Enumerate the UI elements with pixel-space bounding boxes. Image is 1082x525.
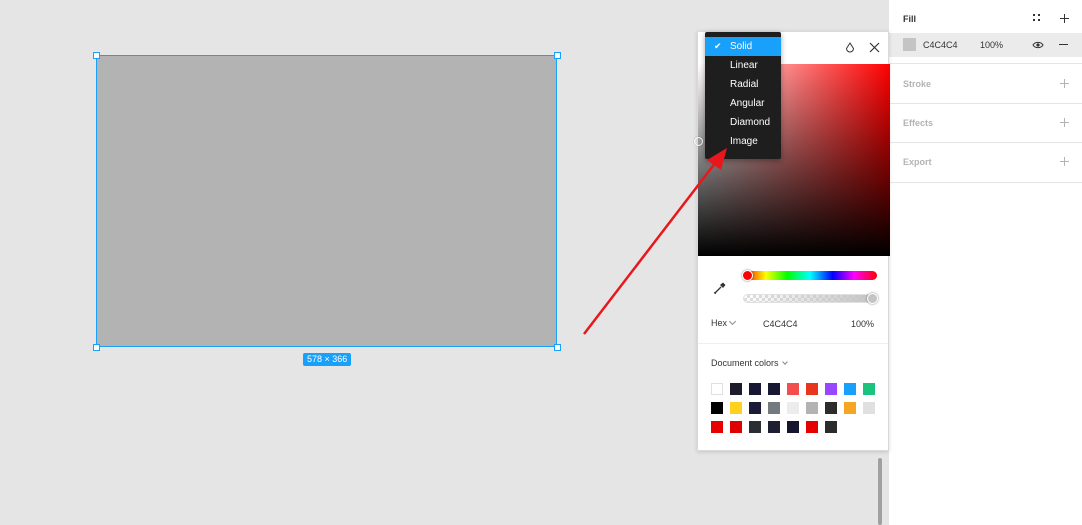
close-icon[interactable] [868, 41, 881, 54]
opacity-slider[interactable] [743, 293, 878, 304]
opacity-slider-thumb[interactable] [867, 293, 878, 304]
color-swatch[interactable] [787, 421, 799, 433]
fill-type-option-label: Angular [730, 98, 765, 109]
resize-handle-bottom-left[interactable] [93, 344, 100, 351]
eye-icon[interactable] [1032, 40, 1044, 50]
dimension-badge: 578 × 366 [303, 353, 352, 366]
hue-slider-thumb[interactable] [742, 270, 753, 281]
fill-type-option-solid[interactable]: ✔ Solid [705, 37, 781, 56]
color-swatch[interactable] [768, 421, 780, 433]
color-swatch[interactable] [844, 383, 856, 395]
color-swatch[interactable] [787, 383, 799, 395]
fill-row[interactable]: C4C4C4 100% [889, 33, 1082, 57]
fill-opacity-value[interactable]: 100% [980, 40, 1003, 50]
chevron-down-icon [728, 317, 737, 326]
fill-type-option-label: Linear [730, 60, 758, 71]
color-mode-select[interactable]: Hex [711, 317, 737, 328]
color-swatch[interactable] [730, 383, 742, 395]
color-swatch[interactable] [825, 383, 837, 395]
saturation-thumb[interactable] [694, 137, 703, 146]
add-stroke-plus-icon[interactable] [1060, 79, 1069, 88]
color-swatch[interactable] [711, 421, 723, 433]
color-swatch[interactable] [730, 421, 742, 433]
color-swatch[interactable] [844, 402, 856, 414]
chevron-down-icon [781, 359, 788, 365]
document-colors-label: Document colors [711, 358, 779, 368]
color-swatch[interactable] [749, 421, 761, 433]
fill-type-option-radial[interactable]: Radial [705, 75, 781, 94]
color-swatch[interactable] [863, 383, 875, 395]
document-colors-select[interactable]: Document colors [711, 358, 788, 368]
color-mode-label: Hex [711, 318, 728, 328]
stroke-section: Stroke [889, 63, 1082, 104]
add-effect-plus-icon[interactable] [1060, 118, 1069, 127]
color-swatch[interactable] [863, 402, 875, 414]
style-grid-icon[interactable] [1033, 14, 1042, 23]
resize-handle-top-left[interactable] [93, 52, 100, 59]
color-swatch[interactable] [749, 402, 761, 414]
color-swatch[interactable] [787, 402, 799, 414]
fill-type-option-diamond[interactable]: Diamond [705, 113, 781, 132]
add-export-plus-icon[interactable] [1060, 157, 1069, 166]
fill-section-title: Fill [903, 14, 916, 24]
checkmark-icon: ✔ [714, 41, 722, 51]
fill-type-option-image[interactable]: Image [705, 132, 781, 151]
color-swatch[interactable] [768, 383, 780, 395]
fill-type-option-label: Solid [730, 41, 753, 52]
color-swatch[interactable] [730, 402, 742, 414]
stroke-section-title: Stroke [903, 79, 932, 89]
fill-type-dropdown: ✔ Solid Linear Radial Angular Diamond Image [705, 32, 781, 159]
fill-type-option-label: Diamond [730, 117, 771, 128]
canvas-scrollbar[interactable] [878, 458, 882, 525]
color-swatch[interactable] [749, 383, 761, 395]
droplet-icon[interactable] [844, 42, 856, 54]
fill-hex-value[interactable]: C4C4C4 [923, 40, 958, 50]
opacity-input[interactable]: 100% [851, 319, 874, 329]
color-swatch[interactable] [806, 421, 818, 433]
export-section: Export [889, 142, 1082, 183]
color-swatch[interactable] [825, 421, 837, 433]
properties-panel: Fill C4C4C4 100% Stroke Effects Export [888, 0, 1082, 525]
fill-type-option-linear[interactable]: Linear [705, 56, 781, 75]
export-section-title: Export [903, 157, 932, 167]
color-swatch[interactable] [825, 402, 837, 414]
color-swatch[interactable] [711, 402, 723, 414]
add-fill-plus-icon[interactable] [1060, 14, 1069, 23]
color-swatch[interactable] [711, 383, 723, 395]
fill-swatch[interactable] [903, 38, 916, 51]
resize-handle-bottom-right[interactable] [554, 344, 561, 351]
fill-section: Fill C4C4C4 100% [889, 0, 1082, 64]
fill-type-option-angular[interactable]: Angular [705, 94, 781, 113]
effects-section-title: Effects [903, 118, 934, 128]
selected-rectangle[interactable] [96, 55, 557, 347]
divider [698, 343, 888, 344]
hex-input[interactable]: C4C4C4 [763, 319, 798, 329]
remove-fill-minus-icon[interactable] [1059, 44, 1068, 45]
fill-type-option-label: Image [730, 136, 758, 147]
effects-section: Effects [889, 103, 1082, 143]
color-swatch[interactable] [768, 402, 780, 414]
resize-handle-top-right[interactable] [554, 52, 561, 59]
eyedropper-icon[interactable] [712, 280, 728, 296]
fill-type-option-label: Radial [730, 79, 759, 90]
color-swatch[interactable] [806, 383, 818, 395]
hue-slider[interactable] [742, 270, 877, 281]
color-swatch[interactable] [806, 402, 818, 414]
